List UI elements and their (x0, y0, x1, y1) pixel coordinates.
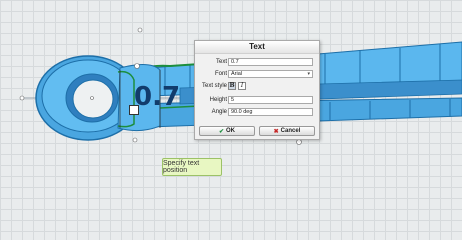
dialog-title: Text (195, 41, 319, 54)
bold-button[interactable]: B (228, 82, 236, 90)
position-tooltip: Specify text position (162, 158, 222, 176)
text-dialog: Text Text Font Arial ▾ Text style B I He… (194, 40, 320, 140)
angle-row: Angle (195, 108, 319, 117)
angle-label: Angle (211, 109, 227, 115)
dimension-text-preview: 0.7 (134, 82, 181, 112)
text-input[interactable] (228, 58, 313, 66)
ok-label: OK (226, 128, 236, 134)
height-input[interactable] (228, 96, 313, 104)
height-label: Height (209, 97, 227, 103)
font-row: Font Arial ▾ (195, 70, 319, 79)
text-anchor-marker[interactable] (129, 105, 139, 115)
italic-button[interactable]: I (238, 82, 246, 90)
cancel-label: Cancel (280, 128, 301, 134)
close-icon: ✖ (273, 128, 279, 135)
angle-input[interactable] (228, 108, 313, 116)
font-select[interactable]: Arial ▾ (228, 70, 313, 78)
ok-button[interactable]: ✔ OK (199, 126, 255, 136)
cancel-button[interactable]: ✖ Cancel (259, 126, 315, 136)
chevron-down-icon: ▾ (307, 71, 310, 77)
text-label: Text (215, 59, 227, 65)
text-row: Text (195, 58, 319, 67)
font-label: Font (214, 71, 227, 77)
height-row: Height (195, 96, 319, 105)
style-row: Text style B I (195, 82, 319, 91)
check-icon: ✔ (218, 128, 225, 135)
text-style-label: Text style (201, 83, 227, 89)
font-value: Arial (231, 71, 243, 77)
